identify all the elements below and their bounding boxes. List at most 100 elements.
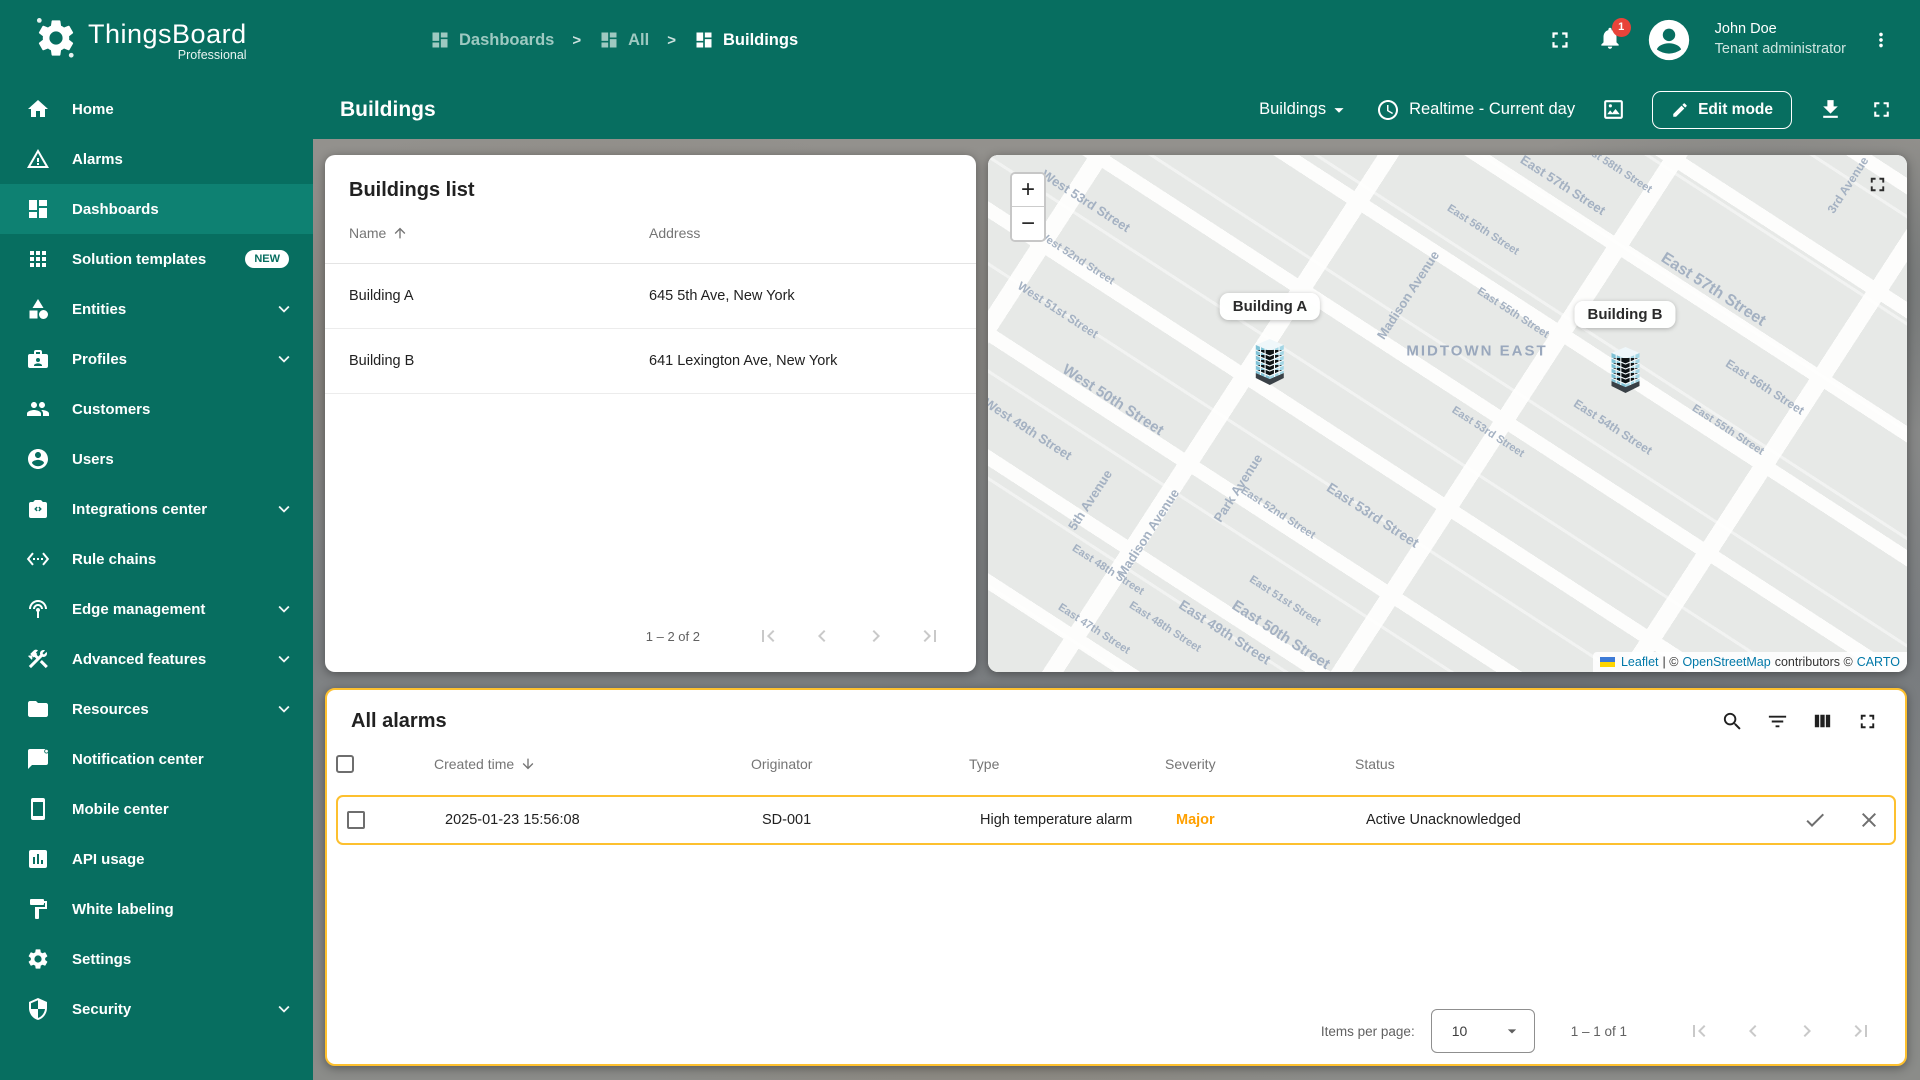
user-avatar[interactable]	[1647, 18, 1691, 62]
sidebar-item-resources[interactable]: Resources	[0, 684, 313, 734]
sidebar-item-label: Notification center	[72, 750, 204, 768]
app-root: ThingsBoard Professional Home Alarms Dashb…	[0, 0, 1920, 1080]
row-checkbox[interactable]	[347, 811, 365, 829]
breadcrumb-item-dashboards[interactable]: Dashboards	[430, 30, 554, 50]
sidebar-item-label: Integrations center	[72, 500, 208, 518]
background-image-button[interactable]	[1601, 97, 1626, 122]
export-dashboard-button[interactable]	[1818, 97, 1843, 122]
widget-fullscreen-button[interactable]	[1856, 710, 1879, 733]
sidebar-item-edge-management[interactable]: Edge management	[0, 584, 313, 634]
cell-name: Building B	[349, 353, 415, 369]
last-page-button[interactable]	[918, 624, 942, 648]
sidebar-item-label: Entities	[72, 300, 127, 318]
column-header-created-time[interactable]: Created time	[434, 756, 751, 772]
sidebar-item-label: Alarms	[72, 150, 123, 168]
next-page-button[interactable]	[1795, 1019, 1819, 1043]
map-marker-building-b[interactable]: Building B	[1574, 301, 1676, 396]
zoom-in-button[interactable]: +	[1012, 174, 1044, 207]
sidebar-item-settings[interactable]: Settings	[0, 934, 313, 984]
sidebar-item-customers[interactable]: Customers	[0, 384, 313, 434]
map-widget: West 53rd Street West 52nd Street West 51s…	[988, 155, 1907, 672]
table-row[interactable]: Building A 645 5th Ave, New York	[325, 264, 976, 329]
chevron-down-icon	[278, 1005, 290, 1013]
column-header-type[interactable]: Type	[969, 756, 1165, 772]
dashboards-icon	[432, 32, 448, 48]
sidebar-item-solution-templates[interactable]: Solution templates NEW	[0, 234, 313, 284]
map-fullscreen-button[interactable]	[1866, 173, 1889, 196]
notifications-button[interactable]: 1	[1597, 17, 1631, 56]
columns-button[interactable]	[1811, 710, 1834, 733]
sidebar-item-home[interactable]: Home	[0, 84, 313, 134]
pagination-range: 1 – 1 of 1	[1570, 1023, 1627, 1039]
sidebar-item-users[interactable]: Users	[0, 434, 313, 484]
buildings-paginator: 1 – 2 of 2	[325, 612, 976, 660]
dashboards-icon	[601, 32, 617, 48]
alarms-paginator: Items per page: 10 1 – 1 of 1	[327, 998, 1905, 1064]
sidebar-item-alarms[interactable]: Alarms	[0, 134, 313, 184]
prev-page-button[interactable]	[810, 624, 834, 648]
sidebar-item-notification-center[interactable]: Notification center	[0, 734, 313, 784]
new-badge: NEW	[245, 250, 289, 268]
map-canvas[interactable]: West 53rd Street West 52nd Street West 51s…	[988, 155, 1907, 672]
sidebar-item-api-usage[interactable]: API usage	[0, 834, 313, 884]
items-per-page-select[interactable]: 10	[1430, 1009, 1535, 1053]
zoom-out-button[interactable]: −	[1012, 207, 1044, 240]
alarms-widget: All alarms Created time Originator Type …	[325, 688, 1907, 1066]
column-header-status[interactable]: Status	[1355, 756, 1797, 772]
sidebar-item-dashboards[interactable]: Dashboards	[0, 184, 313, 234]
alarm-row[interactable]: 2025-01-23 15:56:08 SD-001 High temperatur…	[336, 795, 1896, 845]
breadcrumb-item-all[interactable]: All	[599, 30, 649, 50]
cell-type: High temperature alarm	[980, 812, 1133, 828]
items-per-page-label: Items per page:	[1320, 1023, 1415, 1039]
openstreetmap-link[interactable]: OpenStreetMap	[1682, 655, 1770, 669]
sidebar-item-advanced-features[interactable]: Advanced features	[0, 634, 313, 684]
sidebar-item-entities[interactable]: Entities	[0, 284, 313, 334]
building-3d-icon	[1610, 347, 1640, 393]
clear-alarm-button[interactable]	[1844, 808, 1894, 832]
sidebar-item-security[interactable]: Security	[0, 984, 313, 1034]
settings-icon	[28, 949, 48, 969]
chevron-down-icon	[278, 655, 290, 663]
area-label-midtown-east: MIDTOWN EAST	[1406, 342, 1548, 360]
sidebar-item-white-labeling[interactable]: White labeling	[0, 884, 313, 934]
leaflet-link[interactable]: Leaflet	[1621, 655, 1659, 669]
timewindow-button[interactable]: Realtime - Current day	[1376, 98, 1575, 122]
kebab-menu-button[interactable]	[1870, 29, 1892, 51]
edit-mode-button[interactable]: Edit mode	[1652, 90, 1792, 129]
customers-icon	[27, 402, 49, 416]
map-marker-building-a[interactable]: Building A	[1219, 293, 1321, 388]
first-page-button[interactable]	[756, 624, 780, 648]
notification-count-badge: 1	[1611, 17, 1631, 37]
dashboard-fullscreen-button[interactable]	[1869, 97, 1894, 122]
logo[interactable]: ThingsBoard Professional	[0, 0, 313, 80]
filter-button[interactable]	[1766, 710, 1789, 733]
first-page-button[interactable]	[1687, 1019, 1711, 1043]
chevron-down-icon	[278, 305, 290, 313]
sidebar-item-integrations-center[interactable]: Integrations center	[0, 484, 313, 534]
sidebar-item-profiles[interactable]: Profiles	[0, 334, 313, 384]
user-menu[interactable]: John Doe Tenant administrator	[1715, 20, 1846, 59]
fullscreen-button[interactable]	[1547, 27, 1573, 53]
column-header-name[interactable]: Name	[349, 225, 649, 241]
carto-link[interactable]: CARTO	[1857, 655, 1900, 669]
next-page-button[interactable]	[864, 624, 888, 648]
dashboards-icon	[696, 32, 712, 48]
sidebar-item-rule-chains[interactable]: Rule chains	[0, 534, 313, 584]
prev-page-button[interactable]	[1741, 1019, 1765, 1043]
column-header-address[interactable]: Address	[649, 225, 952, 241]
topbar-actions: 1 John Doe Tenant administrator	[1547, 17, 1920, 62]
close-icon	[1862, 813, 1876, 827]
select-all-checkbox[interactable]	[336, 755, 354, 773]
column-header-originator[interactable]: Originator	[751, 756, 969, 772]
search-button[interactable]	[1721, 710, 1744, 733]
breadcrumb-separator: >	[572, 31, 582, 49]
dashboard-state-select[interactable]: Buildings	[1259, 99, 1350, 121]
cell-name: Building A	[349, 288, 414, 304]
sidebar-item-mobile-center[interactable]: Mobile center	[0, 784, 313, 834]
ukraine-flag-icon	[1599, 657, 1615, 667]
breadcrumb-item-buildings[interactable]: Buildings	[694, 30, 798, 50]
column-header-severity[interactable]: Severity	[1165, 756, 1355, 772]
acknowledge-alarm-button[interactable]	[1786, 808, 1844, 832]
table-row[interactable]: Building B 641 Lexington Ave, New York	[325, 329, 976, 394]
last-page-button[interactable]	[1849, 1019, 1873, 1043]
